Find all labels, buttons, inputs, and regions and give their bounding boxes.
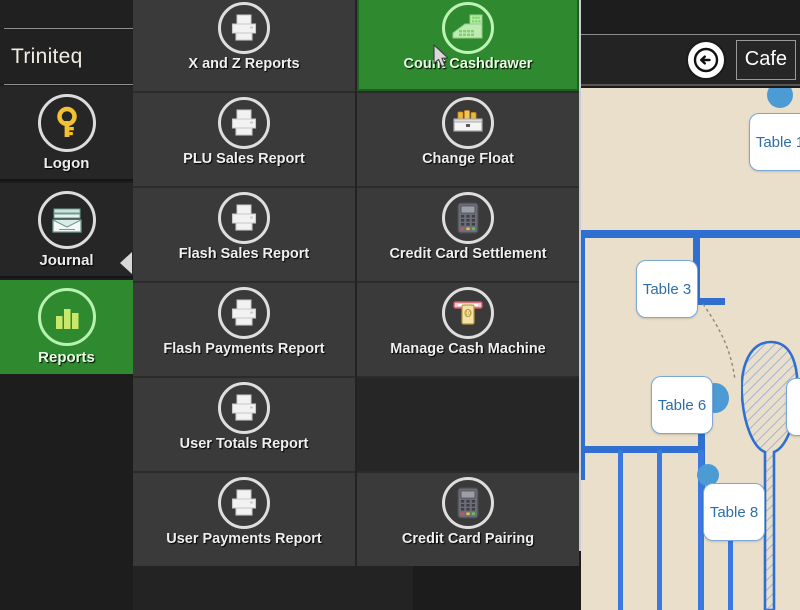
menu-tile-label: User Totals Report [179,436,309,452]
menu-tile-label: X and Z Reports [188,56,300,72]
printer-icon [218,2,270,54]
flyout-pointer-arrow [120,252,132,274]
brand-logo: Triniteq [0,30,133,83]
back-arrow-glyph [693,47,718,72]
table-card-table-1[interactable]: Table 1 [749,113,800,171]
cash-register-icon [442,2,494,54]
pos-main-screen: Cafe Table 1 Table 3 Table 6 Table 8 [581,0,800,610]
wall-divider [728,538,733,610]
reports-flyout-menu: X and Z Reports Count Cashdrawer PLU Sal… [133,0,581,566]
sidebar-item-label: Reports [38,349,95,366]
atm-icon: 10 [442,287,494,339]
venue-selector-label: Cafe [744,48,787,70]
wall-segment [581,446,705,453]
column-gutter [355,0,357,551]
menu-tile-user-totals-report[interactable]: User Totals Report [133,378,355,471]
menu-tile-label: Flash Sales Report [178,246,310,262]
sidebar-item-journal[interactable]: Journal [0,183,133,278]
menu-tile-label: User Payments Report [166,531,322,547]
venue-selector-button[interactable]: Cafe [735,39,796,80]
menu-tile-flash-payments-report[interactable]: Flash Payments Report [133,283,355,376]
menu-tile-manage-cash-machine[interactable]: 10 Manage Cash Machine [357,283,579,376]
menu-tile-label: Count Cashdrawer [403,56,533,72]
printer-icon [218,287,270,339]
cash-register-glyph [452,14,483,39]
printer-icon [218,97,270,149]
cash-drawer-icon [442,97,494,149]
menu-tile-label: Credit Card Settlement [389,246,547,262]
brand-logo-text: Triniteq [11,44,83,68]
printer-glyph [231,489,257,516]
card-terminal-glyph [457,202,479,234]
card-terminal-icon [442,192,494,244]
menu-tile-empty [357,378,579,471]
table-card-label: Table 1 [755,133,800,151]
menu-tile-label: Change Float [422,151,514,167]
printer-glyph [231,109,257,136]
wall-divider [618,450,623,610]
pos-header-bar: Cafe [581,34,800,86]
card-terminal-glyph [457,487,479,519]
menu-tile-credit-card-pairing[interactable]: Credit Card Pairing [357,473,579,566]
wall-segment [581,230,585,480]
bar-chart-icon [37,288,96,346]
printer-glyph [231,204,257,231]
svg-text:10: 10 [465,311,471,317]
table-card-label: Table 6 [657,396,707,414]
top-strip [581,0,800,33]
floor-plan-map[interactable]: Table 1 Table 3 Table 6 Table 8 T [581,88,800,610]
menu-tile-label: Flash Payments Report [163,341,325,357]
table-card-table-8[interactable]: Table 8 [703,483,765,541]
table-card-table-6[interactable]: Table 6 [651,376,713,434]
menu-tile-user-payments-report[interactable]: User Payments Report [133,473,355,566]
key-glyph [56,106,77,137]
table-card-label: Table 3 [642,280,692,298]
menu-tile-credit-card-settlement[interactable]: Credit Card Settlement [357,188,579,281]
back-arrow-icon[interactable] [685,39,726,80]
pos-application: Cafe Table 1 Table 3 Table 6 Table 8 X a… [0,0,800,610]
printer-icon [218,382,270,434]
sidebar-item-logon[interactable]: Logon [0,86,133,181]
printer-glyph [231,14,257,41]
printer-icon [218,192,270,244]
printer-glyph [231,299,257,326]
menu-tile-label: Credit Card Pairing [401,531,535,547]
wall-divider [657,450,662,610]
menu-tile-plu-sales-report[interactable]: PLU Sales Report [133,93,355,186]
wall-segment [581,230,800,238]
seat-marker [767,88,793,108]
atm-glyph: 10 [453,301,483,325]
menu-tile-label: Manage Cash Machine [390,341,546,357]
table-card-t[interactable]: T [786,378,800,436]
sidebar-divider [4,28,133,29]
printer-glyph [231,394,257,421]
sidebar-item-label: Logon [43,154,90,172]
journal-glyph [51,208,82,233]
menu-tile-flash-sales-report[interactable]: Flash Sales Report [133,188,355,281]
sidebar-divider [4,84,133,85]
sidebar-item-label: Journal [39,251,94,269]
left-navigation-sidebar: Triniteq Logon Journal Reports [0,0,133,610]
sidebar-item-reports[interactable]: Reports [0,280,133,374]
sidebar-top-strip [0,0,133,29]
journal-icon [37,190,96,249]
menu-tile-label: PLU Sales Report [183,151,305,167]
card-terminal-icon [442,477,494,529]
menu-tile-count-cashdrawer[interactable]: Count Cashdrawer [357,0,579,91]
table-card-label: Table 8 [709,503,759,521]
printer-icon [218,477,270,529]
bar-chart-glyph [55,309,78,329]
menu-tile-change-float[interactable]: Change Float [357,93,579,186]
cash-drawer-glyph [453,110,483,132]
table-card-table-3[interactable]: Table 3 [636,260,698,318]
key-icon [37,93,96,152]
menu-tile-x-and-z-reports[interactable]: X and Z Reports [133,0,355,91]
